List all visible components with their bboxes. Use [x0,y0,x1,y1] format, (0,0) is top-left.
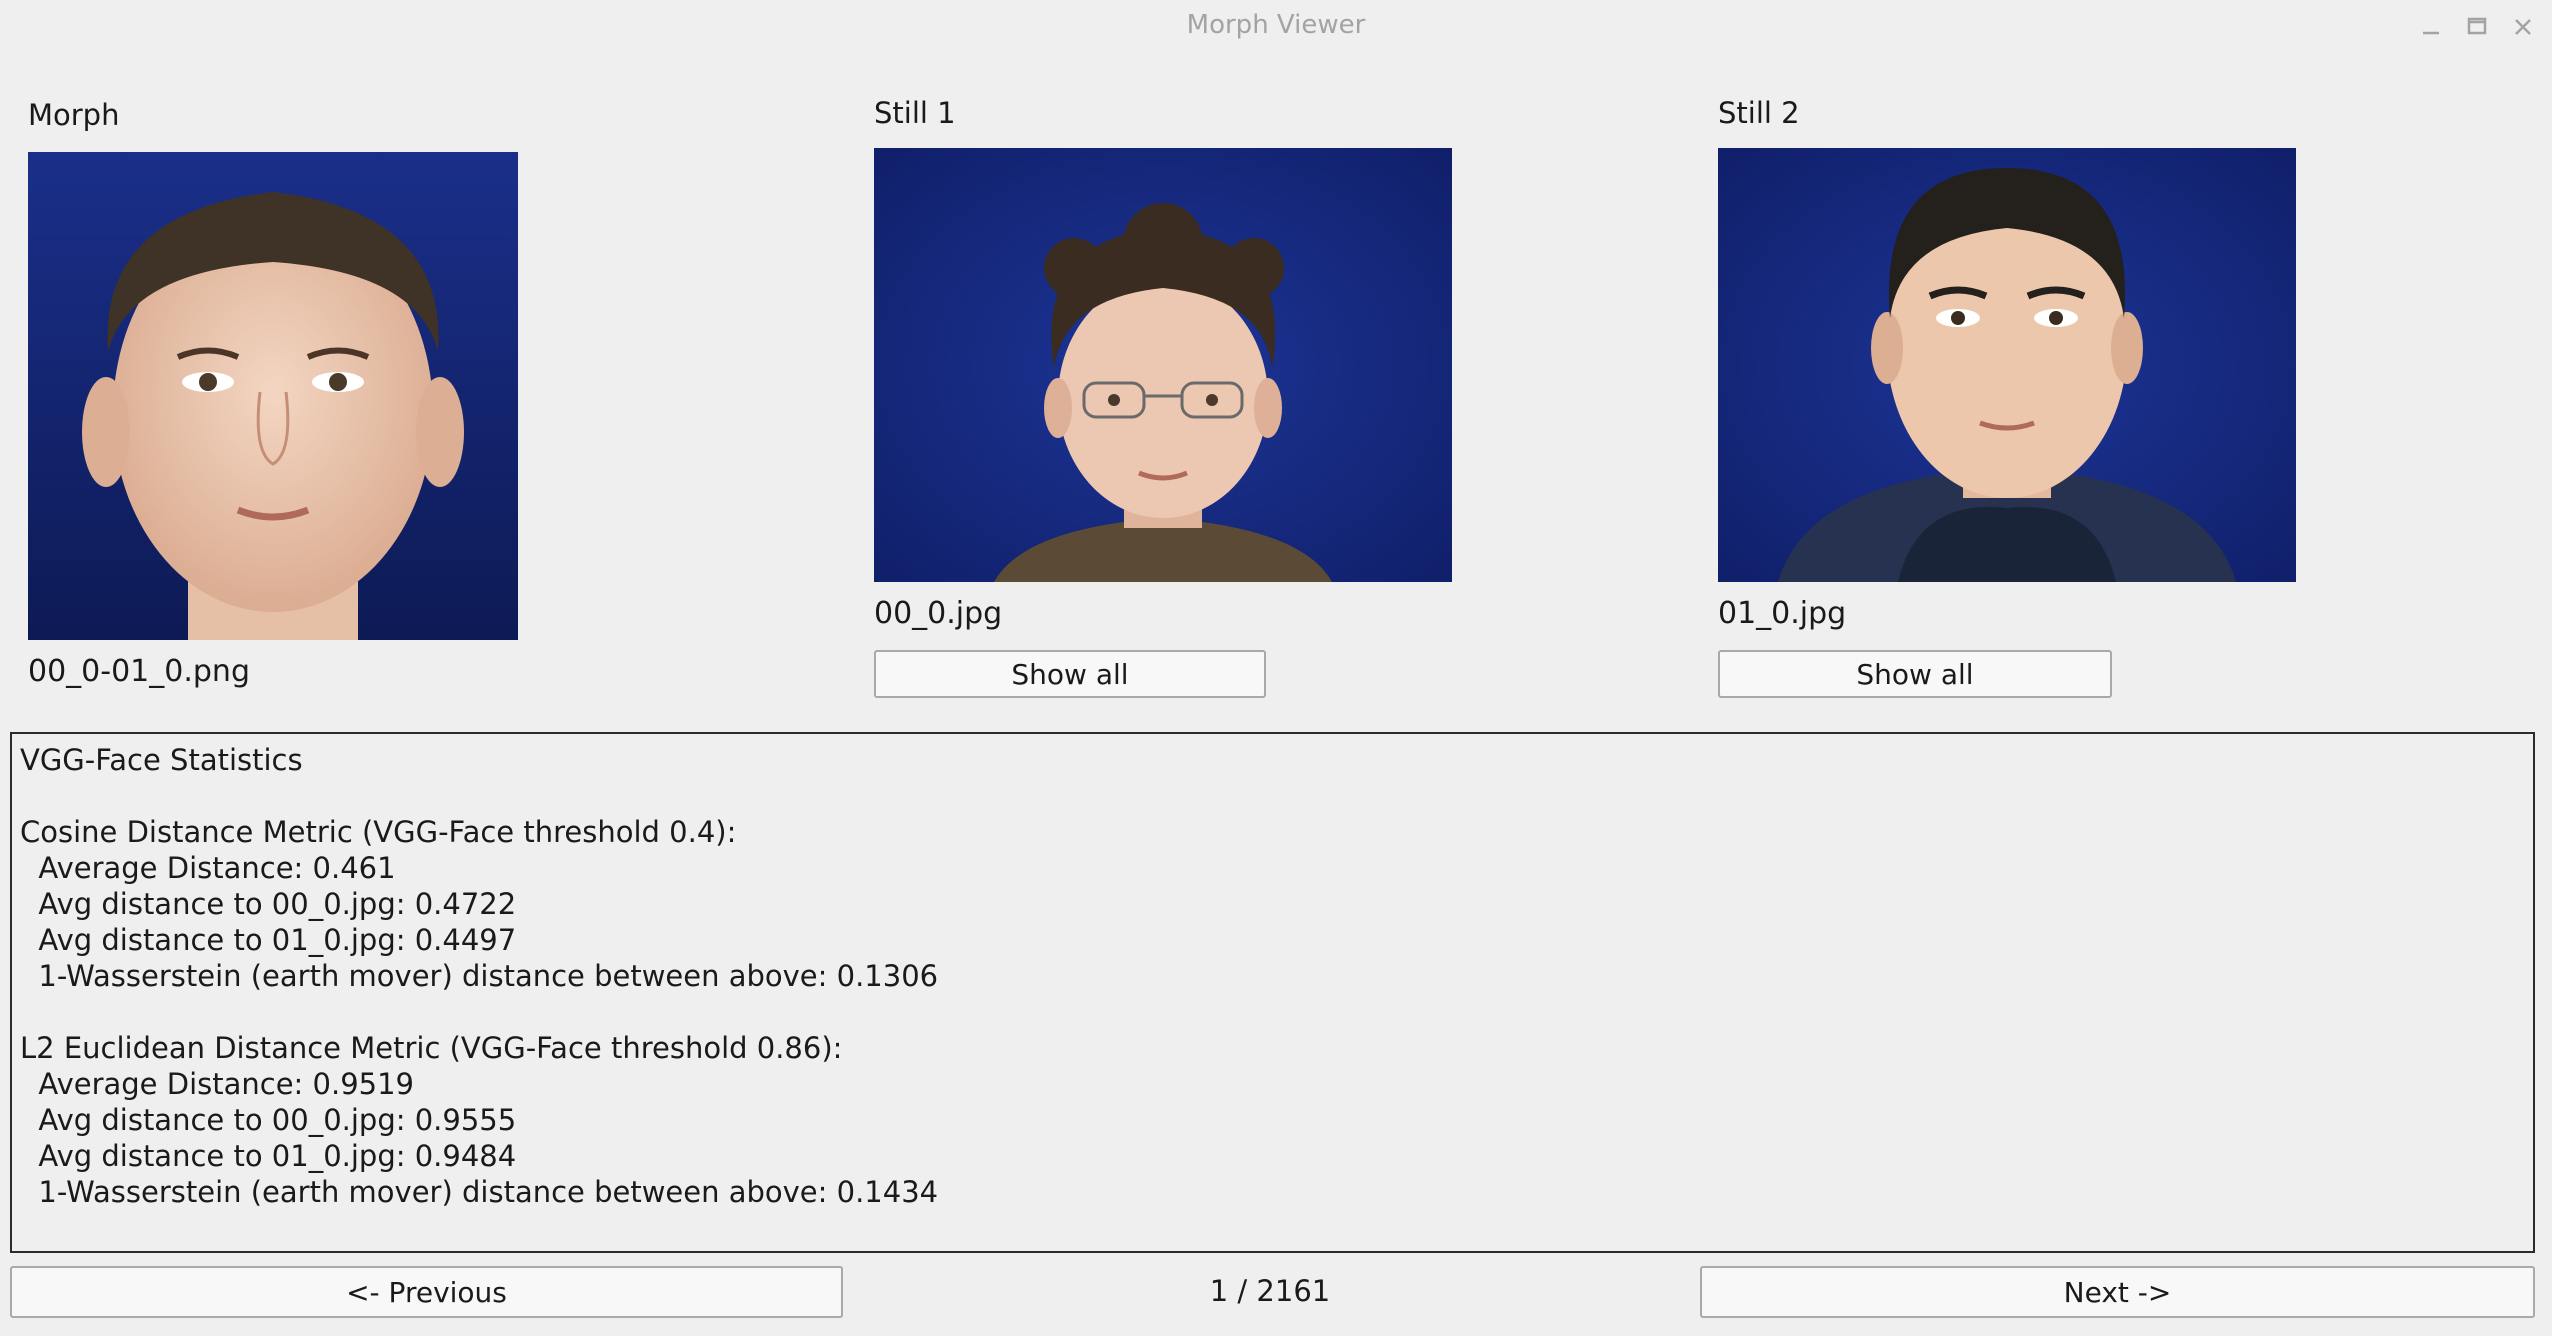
still2-filename: 01_0.jpg [1718,596,1847,631]
still1-show-all-button[interactable]: Show all [874,650,1266,698]
still1-filename: 00_0.jpg [874,596,1003,631]
l2-metric-heading: L2 Euclidean Distance Metric (VGG-Face t… [20,1031,843,1065]
page-counter: 1 / 2161 [1209,1274,1331,1308]
l2-average-distance: Average Distance: 0.9519 [20,1067,415,1101]
l2-distance-still2: Avg distance to 01_0.jpg: 0.9484 [20,1139,517,1173]
close-icon[interactable] [2506,10,2540,44]
still2-panel: Still 2 01_0.jpg Show all [1718,96,2338,706]
morph-viewer-window: Morph Viewer Morph 00_0-01_0.png Still 1… [0,0,2552,1336]
previous-button[interactable]: <- Previous [10,1266,843,1318]
stats-blank-line [20,778,2525,814]
statistics-text-box[interactable]: VGG-Face Statistics Cosine Distance Metr… [10,732,2535,1253]
morph-filename: 00_0-01_0.png [28,654,250,689]
minimize-icon[interactable] [2414,10,2448,44]
still1-label: Still 1 [874,96,956,130]
maximize-icon[interactable] [2460,10,2494,44]
still2-label: Still 2 [1718,96,1800,130]
title-bar: Morph Viewer [0,0,2552,52]
window-title: Morph Viewer [1186,10,1366,40]
still1-image [874,148,1452,582]
cosine-wasserstein-distance: 1-Wasserstein (earth mover) distance bet… [20,959,939,993]
morph-image [28,152,518,640]
l2-distance-still1: Avg distance to 00_0.jpg: 0.9555 [20,1103,517,1137]
cosine-distance-still1: Avg distance to 00_0.jpg: 0.4722 [20,887,517,921]
still2-image [1718,148,2296,582]
morph-panel: Morph 00_0-01_0.png [28,98,548,698]
cosine-distance-still2: Avg distance to 01_0.jpg: 0.4497 [20,923,517,957]
still1-panel: Still 1 00_0.jpg Show all [874,96,1474,706]
cosine-metric-heading: Cosine Distance Metric (VGG-Face thresho… [20,815,737,849]
morph-label: Morph [28,98,120,132]
stats-blank-line [20,994,2525,1030]
still2-show-all-button[interactable]: Show all [1718,650,2112,698]
l2-wasserstein-distance: 1-Wasserstein (earth mover) distance bet… [20,1175,939,1209]
stats-heading: VGG-Face Statistics [20,743,303,777]
next-button[interactable]: Next -> [1700,1266,2535,1318]
cosine-average-distance: Average Distance: 0.461 [20,851,396,885]
